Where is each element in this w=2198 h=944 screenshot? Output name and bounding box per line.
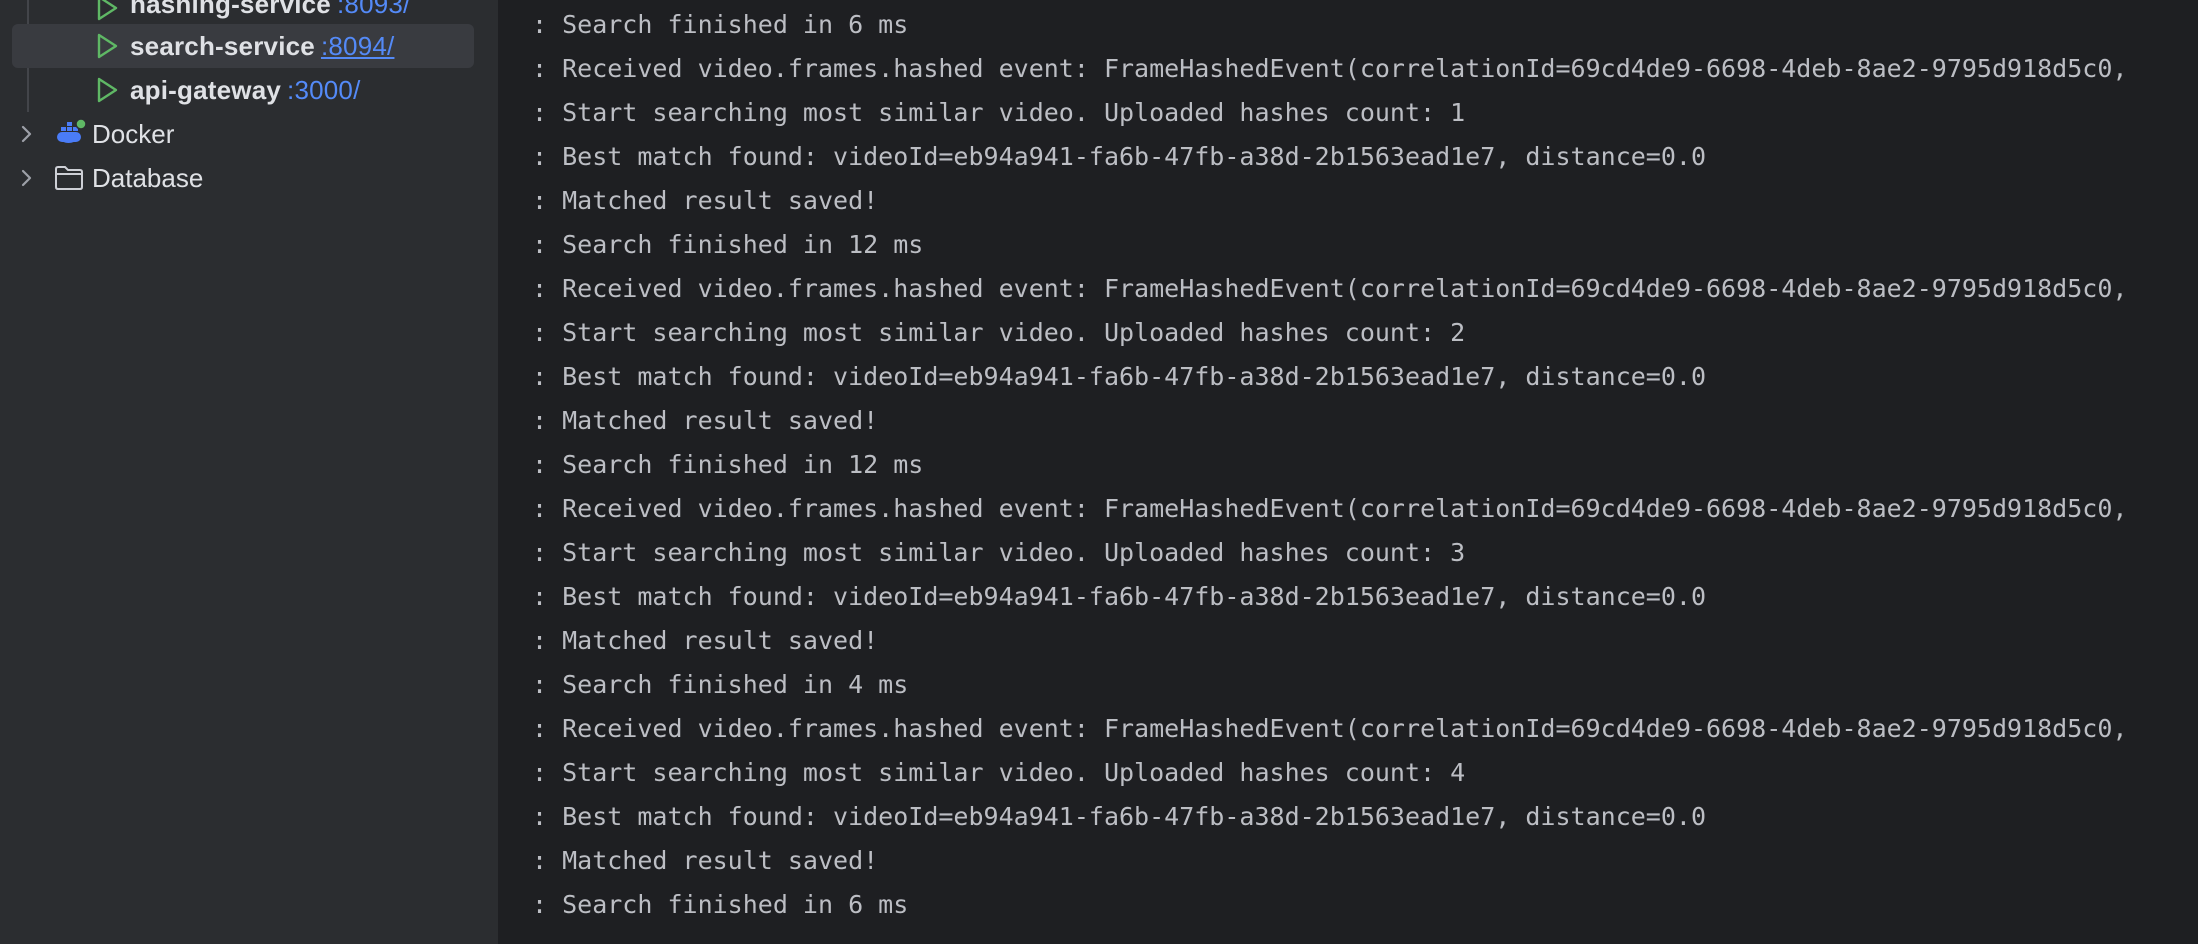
log-line: : Matched result saved!	[532, 406, 879, 435]
log-line: : Start searching most similar video. Up…	[532, 758, 1466, 787]
tree-node-label: Database	[92, 163, 204, 193]
chevron-right-icon[interactable]	[20, 125, 34, 143]
log-line: : Best match found: videoId=eb94a941-fa6…	[532, 582, 1706, 611]
log-line: : Start searching most similar video. Up…	[532, 98, 1466, 127]
service-port-link[interactable]: :8093/	[337, 0, 411, 19]
log-line: : Received video.frames.hashed event: Fr…	[532, 54, 2128, 83]
service-name: search-service:8094/	[130, 31, 394, 62]
service-row-api-gateway[interactable]: api-gateway:3000/	[0, 68, 474, 112]
service-name-text: search-service	[130, 31, 315, 61]
log-line: : Start searching most similar video. Up…	[532, 538, 1466, 567]
tree-node-docker[interactable]: Docker	[0, 112, 474, 156]
log-line: : Matched result saved!	[532, 626, 879, 655]
service-name-text: hashing-service	[130, 0, 331, 19]
run-icon	[97, 0, 118, 21]
log-line: : Start searching most similar video. Up…	[532, 318, 1466, 347]
log-line: : Received video.frames.hashed event: Fr…	[532, 274, 2128, 303]
log-line: : Best match found: videoId=eb94a941-fa6…	[532, 362, 1706, 391]
log-line: : Best match found: videoId=eb94a941-fa6…	[532, 142, 1706, 171]
run-icon	[97, 33, 118, 59]
console-output[interactable]: : Search finished in 6 ms : Received vid…	[498, 0, 2198, 944]
log-line: : Received video.frames.hashed event: Fr…	[532, 714, 2128, 743]
log-line: : Search finished in 12 ms	[532, 230, 924, 259]
log-line: : Search finished in 6 ms	[532, 10, 909, 39]
folder-icon	[55, 166, 83, 190]
log-line: : Received video.frames.hashed event: Fr…	[532, 494, 2128, 523]
service-name-text: api-gateway	[130, 75, 282, 105]
run-icon	[97, 77, 118, 103]
service-row-search[interactable]: search-service:8094/	[12, 24, 474, 68]
service-name: hashing-service :8093/	[130, 0, 410, 20]
log-line: : Matched result saved!	[532, 846, 879, 875]
log-line: : Search finished in 4 ms	[532, 670, 909, 699]
service-port-link[interactable]: :3000/	[287, 75, 361, 105]
service-port-link[interactable]: :8094/	[321, 31, 395, 61]
status-dot	[75, 118, 87, 130]
services-tree-panel: hashing-service :8093/ search-service:809…	[0, 0, 498, 944]
tree-node-label: Docker	[92, 119, 175, 149]
log-line: : Best match found: videoId=eb94a941-fa6…	[532, 802, 1706, 831]
tree-node-database[interactable]: Database	[0, 156, 474, 200]
log-line: : Search finished in 12 ms	[532, 450, 924, 479]
docker-icon	[57, 118, 87, 143]
service-name: api-gateway:3000/	[130, 75, 361, 106]
log-line: : Search finished in 6 ms	[532, 890, 909, 919]
log-line: : Matched result saved!	[532, 186, 879, 215]
chevron-right-icon[interactable]	[20, 169, 34, 187]
